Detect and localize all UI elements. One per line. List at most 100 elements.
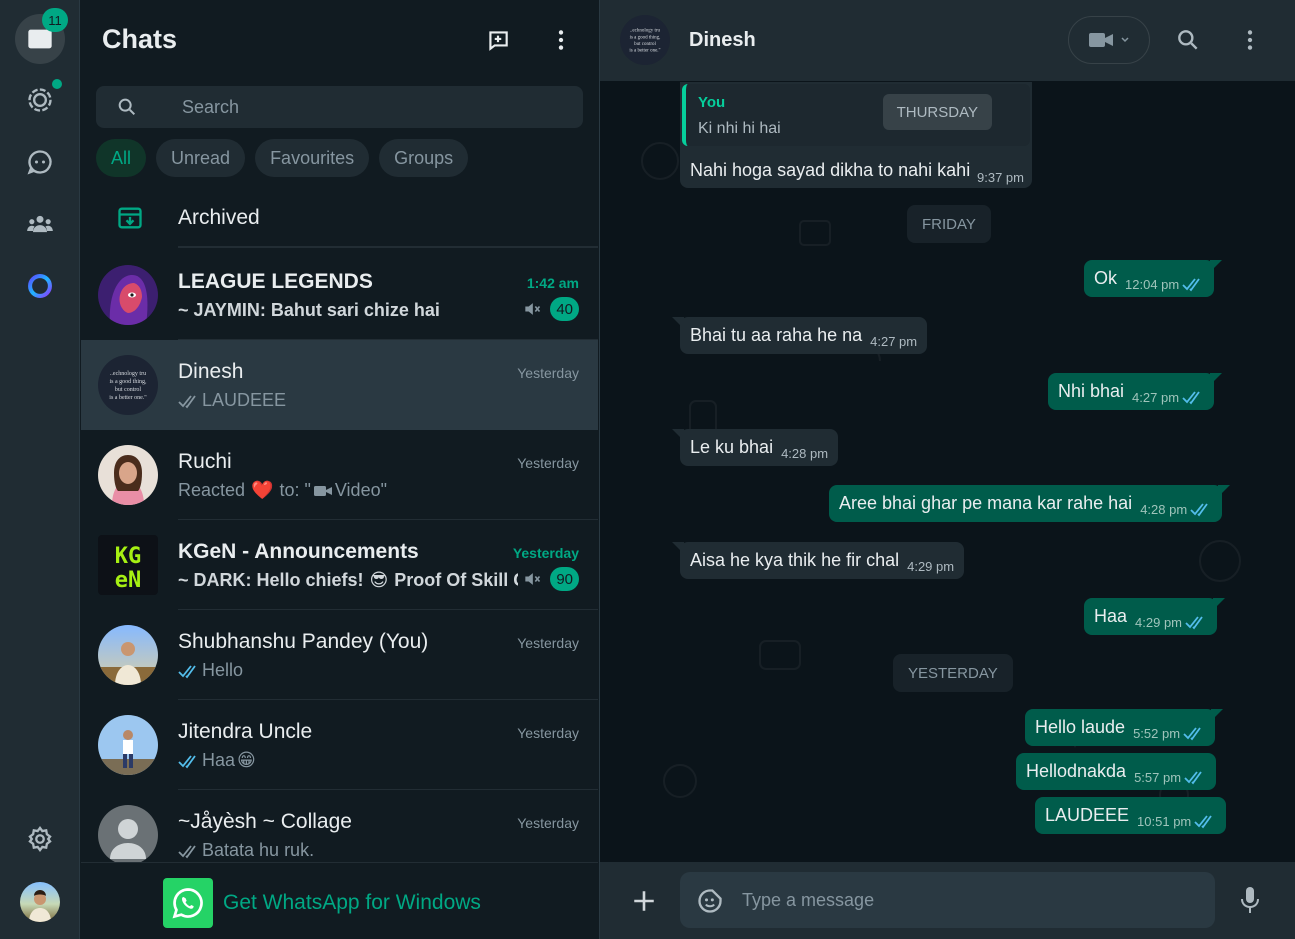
communities-nav-button[interactable] [15,199,65,249]
message-bubble-outgoing[interactable]: Ok 12:04 pm [1084,260,1223,297]
chat-preview-text: Reacted [178,480,246,500]
contact-avatar[interactable]: ..echnology tru is a good thing, but contr… [620,15,670,65]
chat-preview-row: Batata hu ruk. [178,840,518,861]
filter-all[interactable]: All [96,139,147,177]
svg-text:but control: but control [634,42,656,47]
message-time-row: 4:29 pm [1135,614,1207,630]
message-time-row: 4:28 pm [1140,501,1212,517]
message-bubble-incoming[interactable]: Aisa he kya thik he fir chal 4:29 pm [672,542,965,579]
bubble-tail [1213,598,1226,610]
message-bubble-outgoing[interactable]: Aree bhai ghar pe mana kar rahe hai 4:28… [829,485,1231,522]
message-text: Haa [1094,606,1128,626]
filter-groups[interactable]: Groups [379,139,469,177]
chevron-down-icon [1121,37,1129,43]
menu-button[interactable] [541,20,581,60]
chat-name: Shubhanshu Pandey (You) [178,630,429,653]
date-chip-thursday: THURSDAY [882,94,992,130]
heart-emoji: ❤️ [251,480,274,500]
chat-item-shubhanshu-pandey[interactable]: Shubhanshu Pandey (You) Yesterday Hello [81,610,598,700]
sunglasses-emoji: 😎 [369,570,389,590]
chat-item-jitendra-uncle[interactable]: Jitendra Uncle Yesterday Haa 😁 [81,700,598,790]
chat-preview-text-2: Proof Of Skill Gr... [394,570,518,590]
chat-menu-button[interactable] [1230,20,1270,60]
message-input[interactable] [742,872,1192,928]
archived-label: Archived [178,206,260,229]
chat-preview-row: Hello [178,660,518,681]
svg-text:KG: KG [115,544,142,569]
quoted-author: You [698,94,726,111]
page-title: Chats [102,24,178,54]
chat-item-dinesh[interactable]: ..echnology tru is a good thing, but contr… [81,340,598,430]
chat-item-league-legends[interactable]: LEAGUE LEGENDS 1:42 am ~ JAYMIN: Bahut s… [81,250,598,340]
filter-unread[interactable]: Unread [156,139,246,177]
message-time-row: 10:51 pm [1137,813,1216,829]
chat-item-kgen-announcements[interactable]: KG eN KGeN - Announcements Yesterday ~ DA… [81,520,598,610]
bubble-tail [672,317,684,329]
attach-button[interactable] [624,881,664,921]
message-time-row: 12:04 pm [1125,276,1204,292]
whatsapp-logo-icon [163,878,213,928]
message-time: 4:27 pm [870,334,918,349]
chat-preview: Hello [202,660,244,680]
message-input-field [680,872,1215,928]
chat-item-jayesh-collage[interactable]: ~Jåyèsh ~ Collage Yesterday Batata hu ru… [81,790,598,862]
video-call-button[interactable] [1068,16,1150,64]
date-chip-friday: FRIDAY [907,205,991,243]
message-bubble-outgoing[interactable]: Nhi bhai 4:27 pm [1048,373,1223,410]
message-time: 4:29 pm [907,559,955,574]
meta-ai-nav-button[interactable] [15,261,65,311]
avatar [98,805,158,862]
get-app-banner[interactable]: Get WhatsApp for Windows [81,862,598,939]
chat-preview-row: LAUDEEE [178,390,518,411]
message-bubble-incoming[interactable]: Bhai tu aa raha he na 4:27 pm [672,317,928,354]
chat-preview-row: Haa 😁 [178,750,518,771]
double-tick-blue-icon [178,664,196,678]
search-in-chat-button[interactable] [1168,20,1208,60]
chat-time: Yesterday [517,815,579,831]
get-app-link[interactable]: Get WhatsApp for Windows [223,891,481,915]
contact-name[interactable]: Dinesh [689,29,756,52]
channels-nav-button[interactable] [15,137,65,187]
plus-icon [634,891,654,911]
double-tick-blue-icon [1182,391,1200,405]
search-input[interactable] [182,86,562,128]
message-text: Aisa he kya thik he fir chal [690,550,900,570]
reply-message-bubble[interactable]: You Ki nhi hi hai THURSDAY Nahi hoga say… [680,82,1032,188]
message-time-row: 5:57 pm [1134,769,1206,785]
message-bubble-outgoing[interactable]: Hellodnakda 5:57 pm [1016,753,1217,790]
voice-message-button[interactable] [1232,882,1268,918]
archived-row[interactable]: Archived [81,192,598,246]
message-time: 9:37 pm [977,170,1024,185]
avatar [98,625,158,685]
conversation-header[interactable]: ..echnology tru is a good thing, but contr… [600,0,1295,81]
profile-avatar[interactable] [20,882,60,922]
chat-preview: ~ JAYMIN: Bahut sari chize hai [178,300,440,320]
message-bubble-outgoing[interactable]: Hello laude 5:52 pm [1025,709,1224,746]
archive-icon [118,207,142,229]
message-bubble-incoming[interactable]: Le ku bhai 4:28 pm [672,429,839,466]
conversation-panel: ..echnology tru is a good thing, but contr… [599,0,1295,939]
settings-nav-button[interactable] [15,814,65,864]
chat-preview: Batata hu ruk. [202,840,315,860]
chat-preview-text-3: Video" [334,480,387,500]
chat-name: LEAGUE LEGENDS [178,270,373,293]
more-vertical-icon [1247,30,1253,50]
video-camera-icon [1089,33,1113,47]
bubble-tail [1210,373,1223,385]
bubble-tail [672,429,684,441]
message-text: Nahi hoga sayad dikha to nahi kahi [690,160,971,180]
message-text: Ok [1094,268,1118,288]
svg-text:is a good thing,: is a good thing, [630,35,661,40]
quoted-message[interactable]: You Ki nhi hi hai THURSDAY [682,84,1030,146]
emoji-sticker-icon[interactable] [696,887,724,915]
bubble-tail [672,542,684,554]
double-tick-blue-icon [1190,503,1208,517]
message-time: 12:04 pm [1125,276,1180,292]
message-text: Le ku bhai [690,437,774,457]
quoted-text: Ki nhi hi hai [698,120,781,137]
message-bubble-outgoing[interactable]: LAUDEEE 10:51 pm [1035,797,1227,834]
new-chat-button[interactable] [478,20,518,60]
filter-favourites[interactable]: Favourites [255,139,370,177]
message-bubble-outgoing[interactable]: Haa 4:29 pm [1084,598,1226,635]
chat-item-ruchi[interactable]: Ruchi Yesterday Reacted ❤️ to: " Video" [81,430,598,520]
